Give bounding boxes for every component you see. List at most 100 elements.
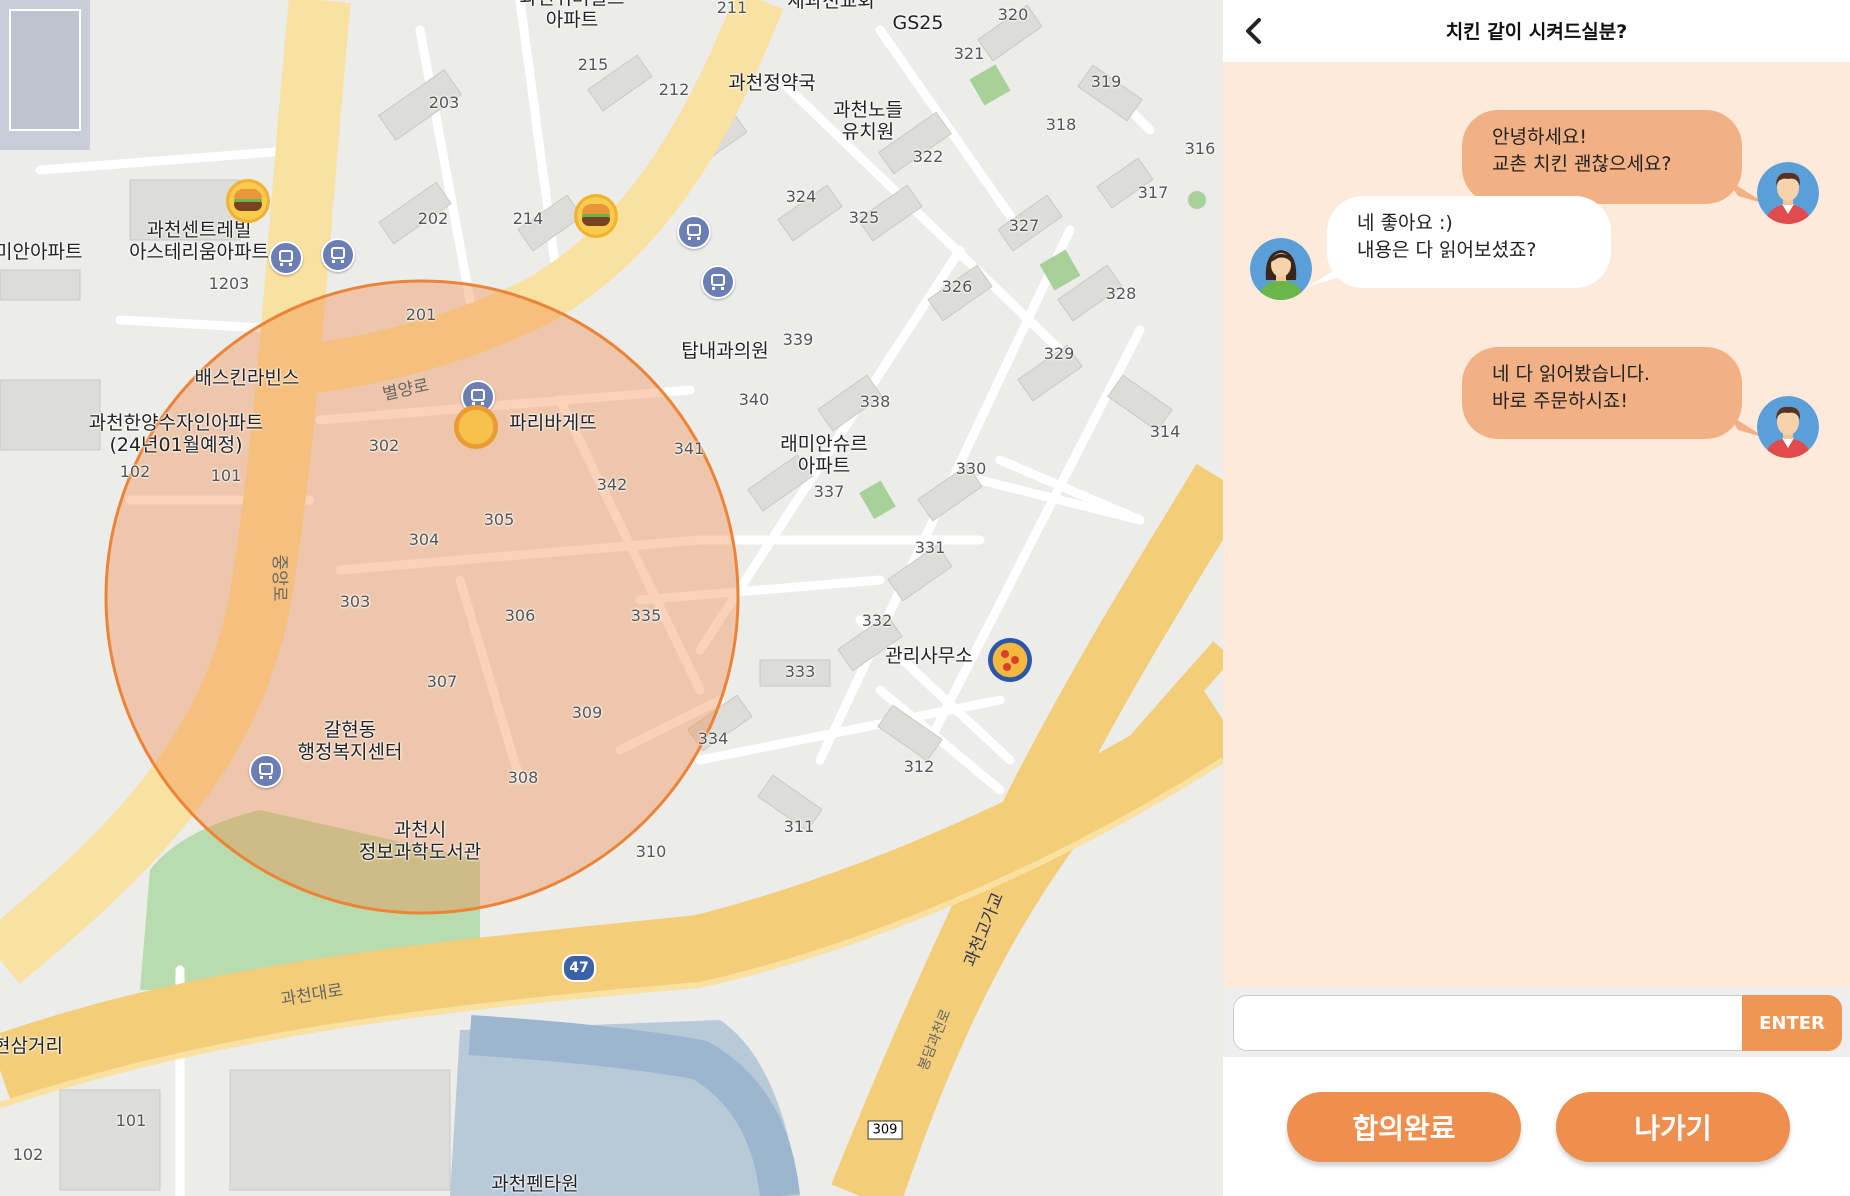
building-label: 330 [955,458,987,478]
poi-label[interactable]: 과천센트레빌 아스테리움아파트 [129,219,269,264]
building-label: 329 [1043,343,1075,363]
message-line: 네 좋아요 :) [1357,212,1453,234]
message-line: 안녕하세요! [1492,126,1588,148]
poi-label[interactable]: 탑내과의원 [681,340,768,363]
building-label: 328 [1105,283,1137,303]
message-list: 안녕하세요! 교촌 치킨 괜찮으세요? 네 좋아요 :) 내용은 다 읽어보셨죠… [1223,62,1850,987]
route-badge: 47 [562,954,596,982]
building-label: 318 [1045,114,1077,134]
building-label: 335 [630,605,662,625]
avatar[interactable] [1757,396,1819,458]
building-label: 1203 [208,273,250,293]
building-label: 102 [119,461,151,481]
message-bubble-mine: 네 다 읽어봤습니다. 바로 주문하시죠! [1462,347,1742,439]
building-label: 327 [1008,215,1040,235]
building-label: 317 [1137,182,1169,202]
building-label: 326 [941,276,973,296]
building-label: 101 [210,465,242,485]
chat-title: 치킨 같이 시켜드실분? [1445,21,1628,43]
leave-button[interactable]: 나가기 [1556,1092,1790,1162]
burger-icon[interactable] [574,194,618,238]
building-label: 305 [483,509,515,529]
male-avatar-icon [1757,396,1819,458]
burger-icon[interactable] [226,179,270,223]
poi-label[interactable]: 현삼거리 [0,1035,63,1058]
building-label: 338 [859,391,891,411]
building-label: 322 [912,146,944,166]
building-label: 307 [426,671,458,691]
building-label: 342 [596,474,628,494]
poi-label[interactable]: 관리사무소 [885,645,972,668]
poi-label[interactable]: 파리바게뜨 [509,412,596,435]
building-label: 309 [571,702,603,722]
route-badge: 309 [867,1120,903,1140]
message-line: 내용은 다 읽어보셨죠? [1357,239,1537,261]
building-label: 203 [428,92,460,112]
bus-stop-icon[interactable] [249,754,283,788]
poi-label[interactable]: 과천시 정보과학도서관 [359,819,481,864]
building-label: 332 [861,610,893,630]
building-label: 316 [1184,138,1216,158]
building-label: 320 [997,4,1029,24]
building-label: 334 [697,728,729,748]
chat-header: 치킨 같이 시켜드실분? [1223,0,1850,62]
building-label: 202 [417,208,449,228]
poi-label[interactable]: 과천펜타원 [491,1173,578,1196]
message-line: 네 다 읽어봤습니다. [1492,363,1650,385]
building-label: 310 [635,841,667,861]
message-bubble-other: 네 좋아요 :) 내용은 다 읽어보셨죠? [1327,196,1611,288]
building-label: 337 [813,481,845,501]
building-label: 214 [512,208,544,228]
building-label: 102 [12,1144,44,1164]
building-label: 340 [738,389,770,409]
building-label: 212 [658,79,690,99]
building-label: 331 [914,537,946,557]
bus-stop-icon[interactable] [269,241,303,275]
building-label: 311 [783,816,815,836]
pizza-icon[interactable] [988,638,1032,682]
female-avatar-icon [1250,238,1312,300]
building-label: 101 [115,1110,147,1130]
input-bar: ENTER [1223,987,1850,1057]
avatar[interactable] [1250,238,1312,300]
bus-stop-icon[interactable] [701,265,735,299]
building-label: 319 [1090,71,1122,91]
poi-label[interactable]: 래미안슈르 아파트 [780,433,867,478]
road-label: 중앙로 [268,554,289,602]
poi-label[interactable]: GS25 [893,12,944,35]
avatar[interactable] [1757,162,1819,224]
poi-label[interactable]: 갈현동 행정복지센터 [298,719,403,764]
poi-label[interactable]: 새과천교회 [787,0,874,13]
enter-button[interactable]: ENTER [1742,995,1842,1051]
map-base [0,0,1223,1196]
building-label: 325 [848,207,880,227]
building-label: 324 [785,186,817,206]
building-label: 211 [716,0,748,17]
male-avatar-icon [1757,162,1819,224]
building-label: 341 [673,438,705,458]
poi-label[interactable]: 배스킨라빈스 [195,367,300,390]
chicken-icon[interactable] [454,405,498,449]
poi-label[interactable]: 과천한양수자인아파트 (24년01월예정) [89,412,264,457]
building-label: 308 [507,767,539,787]
poi-label[interactable]: 과천위버필드 아파트 [520,0,625,32]
message-bubble-mine: 안녕하세요! 교촌 치킨 괜찮으세요? [1462,110,1742,204]
poi-label[interactable]: 과천노들 유치원 [833,99,903,144]
building-label: 339 [782,329,814,349]
agree-button[interactable]: 합의완료 [1287,1092,1521,1162]
message-line: 교촌 치킨 괜찮으세요? [1492,153,1672,175]
bus-stop-icon[interactable] [677,215,711,249]
building-label: 321 [953,43,985,63]
poi-label[interactable]: 과천정약국 [728,72,815,95]
building-label: 314 [1149,421,1181,441]
bus-stop-icon[interactable] [321,238,355,272]
building-label: 333 [784,661,816,681]
bubble-tail [1309,262,1347,286]
map-view[interactable]: 211 203 215 212 202 214 201 1203 302 341… [0,0,1223,1196]
message-input[interactable] [1233,995,1808,1051]
building-label: 201 [405,304,437,324]
building-label: 304 [408,529,440,549]
message-line: 바로 주문하시죠! [1492,390,1629,412]
poi-label[interactable]: 래미안아파트 [0,241,82,264]
building-label: 306 [504,605,536,625]
